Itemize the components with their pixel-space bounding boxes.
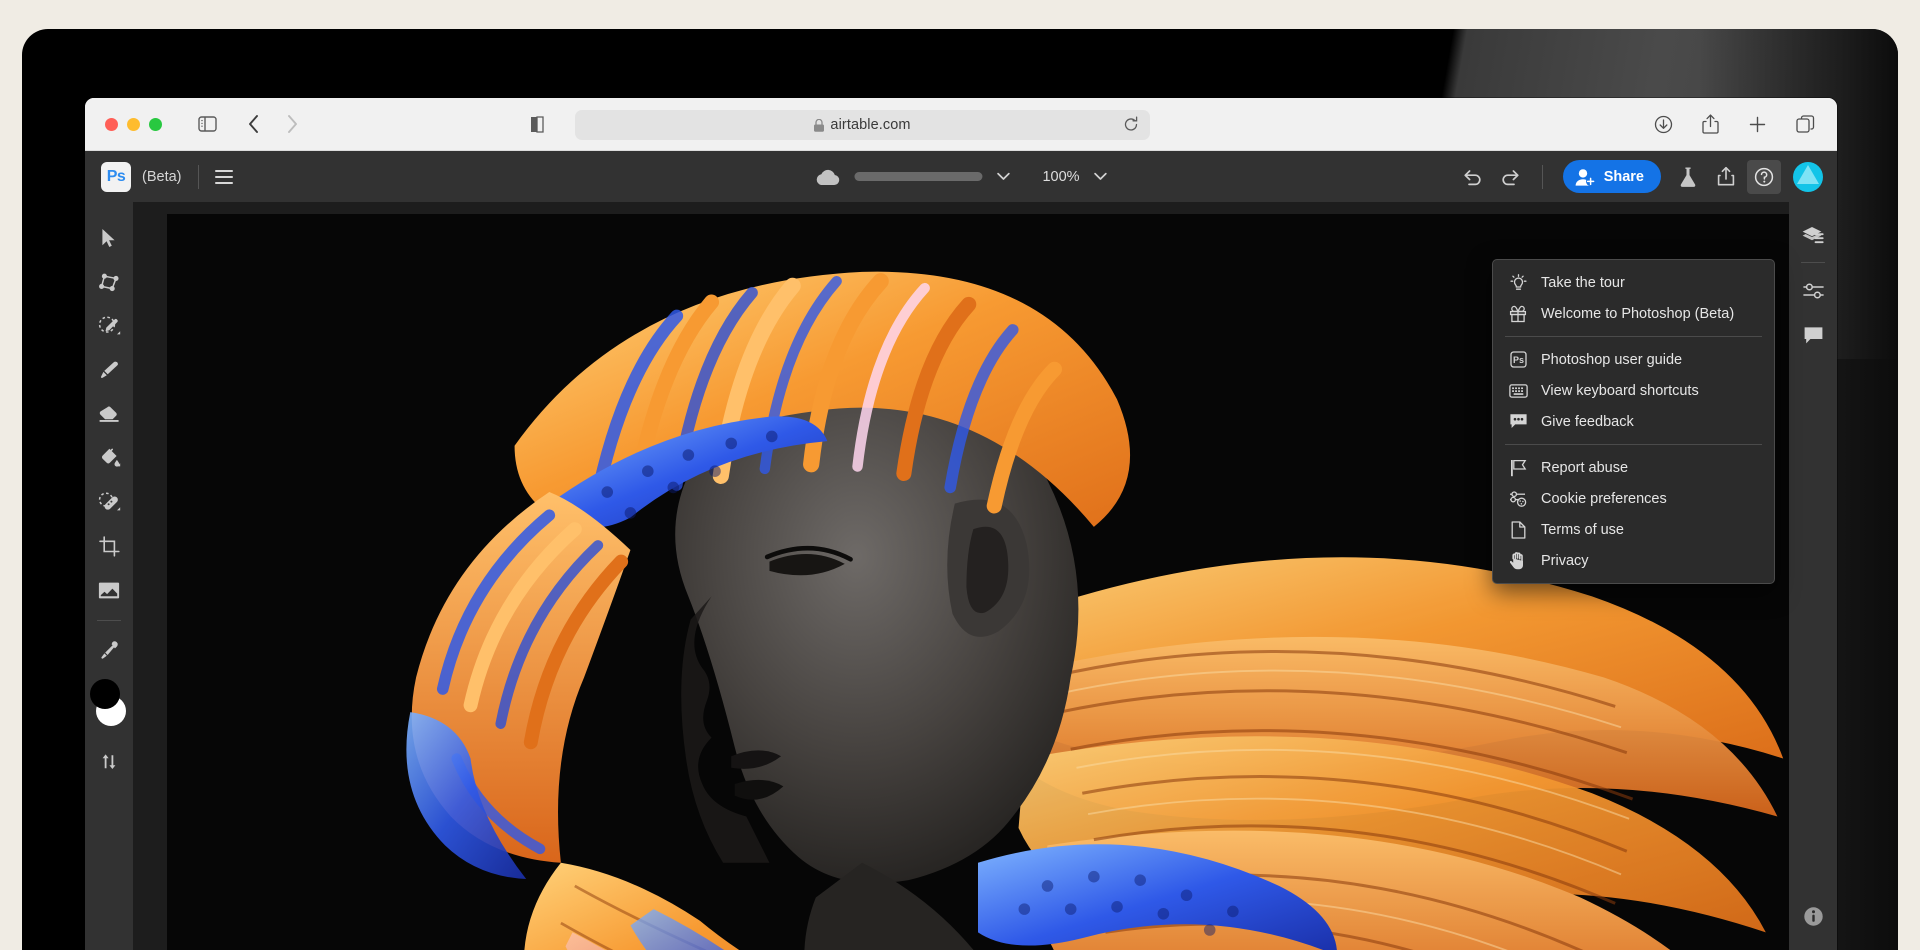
undo-icon[interactable] (1456, 160, 1490, 194)
menu-item-cookie-preferences[interactable]: Cookie preferences (1493, 483, 1774, 514)
hand-icon (1507, 552, 1529, 570)
avatar-shape (1797, 165, 1819, 184)
hamburger-menu-icon[interactable] (215, 170, 233, 184)
menu-item-label: Give feedback (1541, 414, 1634, 430)
browser-forward-button[interactable] (286, 114, 299, 134)
swap-arrows-icon[interactable] (90, 739, 128, 783)
svg-text:Ps: Ps (1512, 355, 1523, 365)
tools-divider (97, 620, 121, 621)
menu-item-label: View keyboard shortcuts (1541, 383, 1699, 399)
browser-toolbar: airtable.com (85, 98, 1837, 151)
sidebar-toggle-icon[interactable] (198, 116, 217, 132)
eyedropper-tool[interactable] (90, 629, 128, 673)
tools-sidebar (85, 202, 133, 950)
add-person-icon (1574, 167, 1596, 187)
close-window-button[interactable] (105, 118, 118, 131)
flag-icon (1507, 459, 1529, 477)
toolbar-divider-2 (1542, 165, 1543, 189)
beta-label: (Beta) (142, 169, 182, 185)
document-icon (1507, 521, 1529, 539)
browser-toolbar-right (1654, 114, 1815, 134)
menu-item-label: Cookie preferences (1541, 491, 1667, 507)
app-toolbar: Ps (Beta) (85, 151, 1837, 202)
help-dropdown-menu[interactable]: Take the tour Welcome to Photoshop (Beta… (1492, 259, 1775, 584)
share-button[interactable]: Share (1563, 160, 1661, 193)
menu-item-label: Take the tour (1541, 275, 1625, 291)
paint-bucket-tool[interactable] (90, 436, 128, 480)
browser-window: airtable.com (85, 98, 1837, 950)
menu-item-label: Welcome to Photoshop (Beta) (1541, 306, 1734, 322)
app-toolbar-right: Share (1456, 160, 1823, 194)
minimize-window-button[interactable] (127, 118, 140, 131)
maximize-window-button[interactable] (149, 118, 162, 131)
spot-healing-tool[interactable] (90, 480, 128, 524)
menu-item-keyboard-shortcuts[interactable]: View keyboard shortcuts (1493, 375, 1774, 406)
zoom-level-value: 100% (1042, 169, 1079, 185)
cookie-settings-icon (1507, 490, 1529, 507)
share-icon[interactable] (1702, 114, 1719, 134)
keyboard-icon (1507, 384, 1529, 398)
menu-divider (1505, 336, 1762, 337)
comments-panel[interactable] (1794, 313, 1832, 357)
menu-item-label: Report abuse (1541, 460, 1628, 476)
menu-item-user-guide[interactable]: Ps Photoshop user guide (1493, 344, 1774, 375)
eraser-tool[interactable] (90, 392, 128, 436)
ps-badge-icon: Ps (1507, 351, 1529, 368)
menu-item-report-abuse[interactable]: Report abuse (1493, 452, 1774, 483)
menu-item-take-the-tour[interactable]: Take the tour (1493, 267, 1774, 298)
move-tool[interactable] (90, 216, 128, 260)
window-traffic-lights[interactable] (105, 118, 162, 131)
downloads-icon[interactable] (1654, 115, 1673, 134)
share-button-label: Share (1604, 169, 1644, 185)
menu-item-label: Photoshop user guide (1541, 352, 1682, 368)
menu-divider-2 (1505, 444, 1762, 445)
help-circle-icon[interactable] (1747, 160, 1781, 194)
menu-item-give-feedback[interactable]: Give feedback (1493, 406, 1774, 437)
brush-tool[interactable] (90, 348, 128, 392)
menu-item-label: Privacy (1541, 553, 1589, 569)
flask-icon[interactable] (1671, 160, 1705, 194)
info-circle-icon[interactable] (1794, 894, 1832, 938)
crop-tool[interactable] (90, 524, 128, 568)
export-icon[interactable] (1709, 160, 1743, 194)
adjustments-panel[interactable] (1794, 269, 1832, 313)
scene-root: airtable.com (0, 0, 1920, 950)
place-image-tool[interactable] (90, 568, 128, 612)
gift-icon (1507, 305, 1529, 323)
reload-icon[interactable] (1123, 116, 1139, 133)
foreground-color-swatch[interactable] (90, 679, 120, 709)
zoom-chevron-down-icon[interactable] (1094, 172, 1108, 181)
url-text: airtable.com (830, 117, 910, 133)
menu-item-welcome[interactable]: Welcome to Photoshop (Beta) (1493, 298, 1774, 329)
lightbulb-icon (1507, 274, 1529, 292)
browser-back-button[interactable] (247, 114, 260, 134)
quick-select-tool[interactable] (90, 304, 128, 348)
lock-icon (814, 119, 824, 132)
tab-overview-icon[interactable] (1796, 115, 1815, 134)
address-bar[interactable]: airtable.com (575, 110, 1150, 140)
toolbar-divider (198, 165, 199, 189)
photoshop-logo-icon[interactable]: Ps (101, 162, 131, 192)
rail-divider (1801, 262, 1825, 263)
menu-item-label: Terms of use (1541, 522, 1624, 538)
right-rail (1789, 202, 1837, 950)
document-controls: 100% (814, 168, 1107, 186)
reader-mode-icon[interactable] (530, 116, 544, 133)
redo-icon[interactable] (1494, 160, 1528, 194)
user-avatar[interactable] (1793, 162, 1823, 192)
document-name-placeholder (854, 172, 982, 181)
cloud-icon (814, 168, 840, 186)
menu-item-privacy[interactable]: Privacy (1493, 545, 1774, 576)
feedback-icon (1507, 413, 1529, 430)
menu-item-terms-of-use[interactable]: Terms of use (1493, 514, 1774, 545)
layers-panel[interactable] (1794, 214, 1832, 258)
transform-tool[interactable] (90, 260, 128, 304)
new-tab-icon[interactable] (1748, 115, 1767, 134)
color-swatches[interactable] (89, 679, 129, 735)
document-chevron-down-icon[interactable] (996, 172, 1010, 181)
photoshop-app: Ps (Beta) (85, 151, 1837, 950)
